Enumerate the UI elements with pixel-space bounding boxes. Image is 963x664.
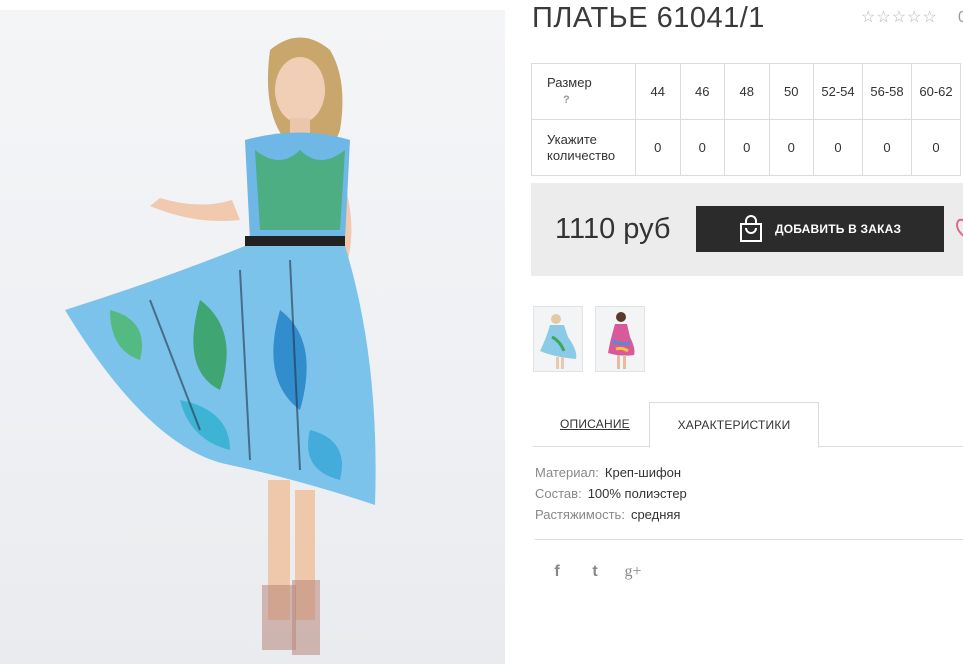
quantity-cell[interactable]: 0 xyxy=(724,119,770,176)
add-to-order-button[interactable]: ДОБАВИТЬ В ЗАКАЗ xyxy=(696,206,944,252)
star-icon[interactable]: ☆ xyxy=(861,9,875,27)
quantity-cell[interactable]: 0 xyxy=(813,119,863,176)
buy-box: 1110 руб ДОБАВИТЬ В ЗАКАЗ xyxy=(531,183,963,276)
spec-composition: Состав: 100% полиэстер xyxy=(535,486,687,501)
quantity-cell[interactable]: 0 xyxy=(768,119,814,176)
size-cell: 50 xyxy=(768,63,814,120)
size-cell: 46 xyxy=(679,63,725,120)
spec-value: Креп-шифон xyxy=(604,465,682,480)
twitter-icon[interactable]: t xyxy=(586,563,604,581)
add-to-order-label: ДОБАВИТЬ В ЗАКАЗ xyxy=(775,222,902,236)
quantity-cell[interactable]: 0 xyxy=(679,119,725,176)
price: 1110 руб xyxy=(555,213,671,245)
star-icon[interactable]: ☆ xyxy=(922,9,936,27)
size-cell: 56-58 xyxy=(862,63,912,120)
tab-description[interactable]: ОПИСАНИЕ xyxy=(560,417,630,431)
quantity-label: Укажите количество xyxy=(531,119,636,176)
rating-count: 0 xyxy=(958,9,963,26)
product-title: ПЛАТЬЕ 61041/1 xyxy=(532,2,765,34)
quantity-cell[interactable]: 0 xyxy=(862,119,912,176)
size-help-icon[interactable]: ? xyxy=(547,92,635,108)
thumbnail-blue-dress[interactable] xyxy=(533,306,583,372)
size-quantity-table: Размер ? 44 46 48 50 52-54 56-58 60-62 У… xyxy=(531,63,961,176)
facebook-icon[interactable]: f xyxy=(548,563,566,581)
thumbnail-pink-dress[interactable] xyxy=(595,306,645,372)
thumbnail-list xyxy=(533,306,645,372)
divider xyxy=(535,539,963,540)
quantity-row: Укажите количество 0 0 0 0 0 0 0 xyxy=(531,119,961,176)
spec-material: Материал: Креп-шифон xyxy=(535,465,681,480)
heart-icon[interactable] xyxy=(955,215,963,241)
star-icon[interactable]: ☆ xyxy=(907,9,921,27)
product-tabs: ОПИСАНИЕ ХАРАКТЕРИСТИКИ xyxy=(533,402,963,448)
size-cell: 44 xyxy=(635,63,681,120)
quantity-cell[interactable]: 0 xyxy=(911,119,961,176)
size-cell: 52-54 xyxy=(813,63,863,120)
spec-key: Состав: xyxy=(535,486,582,501)
spec-stretch: Растяжимость: средняя xyxy=(535,507,680,522)
shopping-bag-icon xyxy=(740,215,762,242)
rating-stars[interactable]: ☆ ☆ ☆ ☆ ☆ xyxy=(861,9,937,27)
product-main-image[interactable] xyxy=(0,10,505,664)
spec-key: Материал: xyxy=(535,465,599,480)
spec-value: средняя xyxy=(630,507,681,522)
size-row-header: Размер ? xyxy=(531,63,636,120)
size-row: Размер ? 44 46 48 50 52-54 56-58 60-62 xyxy=(531,63,961,120)
spec-key: Растяжимость: xyxy=(535,507,625,522)
star-icon[interactable]: ☆ xyxy=(892,9,906,27)
star-icon[interactable]: ☆ xyxy=(876,9,890,27)
google-plus-icon[interactable]: g+ xyxy=(624,563,642,581)
tab-characteristics[interactable]: ХАРАКТЕРИСТИКИ xyxy=(649,402,819,448)
spec-value: 100% полиэстер xyxy=(587,486,687,501)
social-share: f t g+ xyxy=(548,563,642,581)
quantity-cell[interactable]: 0 xyxy=(635,119,681,176)
size-label: Размер xyxy=(547,75,592,90)
size-cell: 48 xyxy=(724,63,770,120)
size-cell: 60-62 xyxy=(911,63,961,120)
